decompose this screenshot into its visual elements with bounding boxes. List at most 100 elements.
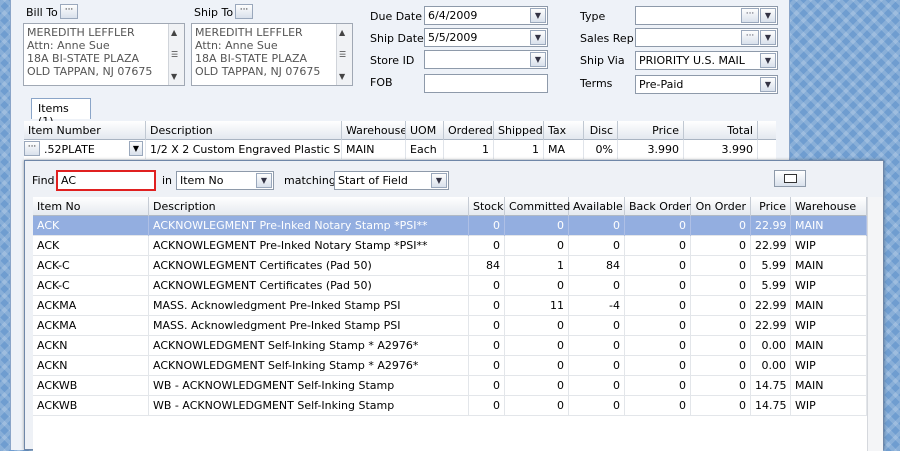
chevron-down-icon[interactable]: ▼: [530, 8, 546, 23]
price-cell[interactable]: 22.99: [751, 316, 791, 336]
price-cell[interactable]: 5.99: [751, 276, 791, 296]
lookup-row[interactable]: ACKMA MASS. Acknowledgment Pre-Inked Stam…: [33, 296, 867, 316]
back-order-cell[interactable]: 0: [625, 316, 691, 336]
committed-cell[interactable]: 0: [505, 396, 569, 416]
on-order-cell[interactable]: 0: [691, 296, 751, 316]
item-ordered-cell[interactable]: 1: [444, 140, 494, 159]
back-order-cell[interactable]: 0: [625, 296, 691, 316]
description-cell[interactable]: ACKNOWLEDGMENT Self-Inking Stamp * A2976…: [149, 336, 469, 356]
stock-cell[interactable]: 84: [469, 256, 505, 276]
available-cell[interactable]: -4: [569, 296, 625, 316]
committed-cell[interactable]: 0: [505, 376, 569, 396]
price-cell[interactable]: 14.75: [751, 376, 791, 396]
item-no-cell[interactable]: ACKMA: [33, 316, 149, 336]
warehouse-cell[interactable]: WIP: [791, 276, 867, 296]
stock-cell[interactable]: 0: [469, 316, 505, 336]
lookup-row[interactable]: ACKWB WB - ACKNOWLEDGMENT Self-Inking Sta…: [33, 396, 867, 416]
item-no-cell[interactable]: ACKN: [33, 336, 149, 356]
chevron-down-icon[interactable]: ▼: [760, 30, 776, 45]
items-col-item-number[interactable]: Item Number: [24, 121, 146, 140]
lookup-row[interactable]: ACK ACKNOWLEGMENT Pre-Inked Notary Stamp …: [33, 216, 867, 236]
description-cell[interactable]: WB - ACKNOWLEDGMENT Self-Inking Stamp: [149, 396, 469, 416]
due-date-field[interactable]: 6/4/2009 ▼: [424, 6, 548, 25]
chevron-down-icon[interactable]: ▼: [760, 8, 776, 23]
available-cell[interactable]: 0: [569, 236, 625, 256]
description-cell[interactable]: WB - ACKNOWLEDGMENT Self-Inking Stamp: [149, 376, 469, 396]
scroll-up-icon[interactable]: ▲: [339, 26, 345, 39]
price-cell[interactable]: 22.99: [751, 296, 791, 316]
warehouse-cell[interactable]: WIP: [791, 316, 867, 336]
description-cell[interactable]: ACKNOWLEGMENT Pre-Inked Notary Stamp *PS…: [149, 216, 469, 236]
items-col-tax[interactable]: Tax: [544, 121, 584, 140]
lookup-col-on-order[interactable]: On Order: [691, 197, 751, 216]
items-col-description[interactable]: Description: [146, 121, 342, 140]
scroll-down-icon[interactable]: ▼: [339, 70, 345, 83]
committed-cell[interactable]: 0: [505, 236, 569, 256]
stock-cell[interactable]: 0: [469, 356, 505, 376]
item-no-cell[interactable]: ACKMA: [33, 296, 149, 316]
on-order-cell[interactable]: 0: [691, 276, 751, 296]
lookup-col-committed[interactable]: Committed: [505, 197, 570, 216]
item-no-cell[interactable]: ACK-C: [33, 256, 149, 276]
scroll-thumb-icon[interactable]: ☰: [339, 48, 346, 61]
chevron-down-icon[interactable]: ▼: [256, 173, 272, 188]
sales-rep-lookup-button[interactable]: ···: [741, 30, 759, 45]
item-no-cell[interactable]: ACKN: [33, 356, 149, 376]
find-input[interactable]: AC: [56, 170, 156, 191]
item-tax-cell[interactable]: MA: [544, 140, 584, 159]
stock-cell[interactable]: 0: [469, 336, 505, 356]
terms-field[interactable]: Pre-Paid ▼: [635, 75, 778, 94]
ship-to-lookup-button[interactable]: ···: [235, 4, 253, 19]
fob-field[interactable]: [424, 74, 548, 93]
on-order-cell[interactable]: 0: [691, 256, 751, 276]
committed-cell[interactable]: 0: [505, 276, 569, 296]
items-col-price[interactable]: Price: [618, 121, 684, 140]
item-no-cell[interactable]: ACK: [33, 236, 149, 256]
type-field[interactable]: ··· ▼: [635, 6, 778, 25]
chevron-down-icon[interactable]: ▼: [760, 77, 776, 92]
back-order-cell[interactable]: 0: [625, 336, 691, 356]
price-cell[interactable]: 0.00: [751, 356, 791, 376]
stock-cell[interactable]: 0: [469, 216, 505, 236]
chevron-down-icon[interactable]: ▼: [530, 52, 546, 67]
item-number-cell[interactable]: ··· .52PLATE ▼: [24, 140, 146, 159]
stock-cell[interactable]: 0: [469, 376, 505, 396]
lookup-col-warehouse[interactable]: Warehouse: [791, 197, 867, 216]
match-mode-select[interactable]: Start of Field ▼: [334, 171, 449, 190]
back-order-cell[interactable]: 0: [625, 376, 691, 396]
lookup-col-back-order[interactable]: Back Order: [625, 197, 691, 216]
items-col-ordered[interactable]: Ordered: [444, 121, 494, 140]
lookup-row[interactable]: ACK ACKNOWLEGMENT Pre-Inked Notary Stamp …: [33, 236, 867, 256]
warehouse-cell[interactable]: MAIN: [791, 256, 867, 276]
stock-cell[interactable]: 0: [469, 296, 505, 316]
bill-to-lookup-button[interactable]: ···: [60, 4, 78, 19]
warehouse-cell[interactable]: MAIN: [791, 296, 867, 316]
price-cell[interactable]: 22.99: [751, 236, 791, 256]
description-cell[interactable]: ACKNOWLEGMENT Certificates (Pad 50): [149, 256, 469, 276]
warehouse-cell[interactable]: WIP: [791, 396, 867, 416]
available-cell[interactable]: 0: [569, 396, 625, 416]
lookup-row[interactable]: ACKN ACKNOWLEDGMENT Self-Inking Stamp * A…: [33, 356, 867, 376]
lookup-row[interactable]: ACKN ACKNOWLEDGMENT Self-Inking Stamp * A…: [33, 336, 867, 356]
on-order-cell[interactable]: 0: [691, 236, 751, 256]
store-id-field[interactable]: ▼: [424, 50, 548, 69]
options-button[interactable]: [774, 170, 806, 187]
item-no-cell[interactable]: ACK: [33, 216, 149, 236]
item-price-cell[interactable]: 3.990: [618, 140, 684, 159]
chevron-down-icon[interactable]: ▼: [129, 141, 143, 156]
price-cell[interactable]: 22.99: [751, 216, 791, 236]
item-no-cell[interactable]: ACK-C: [33, 276, 149, 296]
item-no-cell[interactable]: ACKWB: [33, 376, 149, 396]
on-order-cell[interactable]: 0: [691, 356, 751, 376]
bill-to-address[interactable]: MEREDITH LEFFLER Attn: Anne Sue 18A BI-S…: [23, 23, 185, 86]
item-shipped-cell[interactable]: 1: [494, 140, 544, 159]
scroll-thumb-icon[interactable]: ☰: [171, 48, 178, 61]
items-col-uom[interactable]: UOM: [406, 121, 444, 140]
item-total-cell[interactable]: 3.990: [684, 140, 758, 159]
back-order-cell[interactable]: 0: [625, 396, 691, 416]
warehouse-cell[interactable]: MAIN: [791, 216, 867, 236]
description-cell[interactable]: ACKNOWLEDGMENT Self-Inking Stamp * A2976…: [149, 356, 469, 376]
stock-cell[interactable]: 0: [469, 236, 505, 256]
lookup-col-description[interactable]: Description: [149, 197, 469, 216]
back-order-cell[interactable]: 0: [625, 256, 691, 276]
